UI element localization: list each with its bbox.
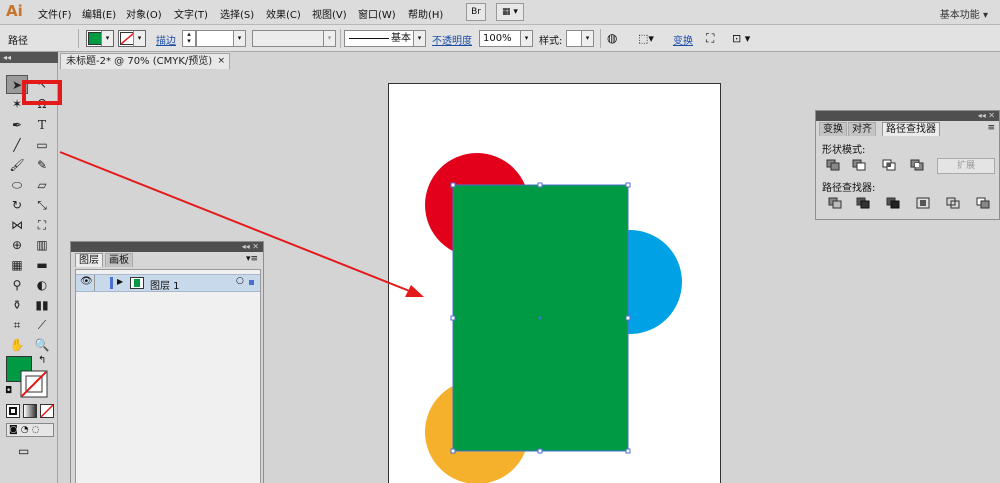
layer-color-tab — [110, 277, 113, 289]
panel-collapse-close-icon[interactable]: ◂◂ ✕ — [71, 242, 263, 252]
merge-icon[interactable] — [886, 197, 900, 209]
expand-button[interactable]: 扩展 — [937, 158, 995, 174]
panel-menu-icon[interactable]: ▾≡ — [246, 254, 258, 264]
selected-art-indicator — [249, 280, 254, 285]
intersect-icon[interactable] — [882, 159, 896, 171]
minus-front-icon[interactable] — [852, 159, 866, 171]
unite-icon[interactable] — [826, 159, 840, 171]
tab-layers[interactable]: 图层 — [75, 253, 103, 267]
minus-back-icon[interactable] — [976, 197, 990, 209]
tab-transform[interactable]: 变换 — [819, 122, 847, 136]
panel-menu-icon[interactable]: ≡ — [987, 123, 995, 133]
tab-align[interactable]: 对齐 — [848, 122, 876, 136]
crop-icon[interactable] — [916, 197, 930, 209]
shape-modes-label: 形状模式: — [822, 145, 866, 156]
pathfinder-panel: ◂◂ ✕ 变换 对齐 路径查找器 ≡ 形状模式: 扩展 路径查找器: — [815, 110, 1000, 220]
layers-list: 👁 ▶ 图层 1 ○ — [75, 269, 261, 483]
expand-triangle-icon[interactable]: ▶ — [117, 277, 123, 286]
layer-name[interactable]: 图层 1 — [150, 277, 180, 292]
pathfinders-label: 路径查找器: — [822, 183, 876, 194]
divide-icon[interactable] — [828, 197, 842, 209]
exclude-icon[interactable] — [910, 159, 924, 171]
target-circle-icon[interactable]: ○ — [236, 276, 244, 286]
layer-row[interactable]: 👁 ▶ 图层 1 ○ — [76, 274, 260, 292]
visibility-eye-icon[interactable]: 👁 — [80, 276, 93, 287]
trim-icon[interactable] — [856, 197, 870, 209]
tab-pathfinder[interactable]: 路径查找器 — [882, 122, 940, 136]
center-point — [538, 316, 542, 320]
tab-artboards[interactable]: 画板 — [105, 253, 133, 267]
layers-panel: ◂◂ ✕ 图层 画板 ▾≡ 👁 ▶ 图层 1 ○ — [70, 241, 264, 483]
layer-thumbnail — [130, 277, 144, 289]
divider — [94, 275, 95, 291]
panel-collapse-close-icon[interactable]: ◂◂ ✕ — [816, 111, 999, 121]
outline-icon[interactable] — [946, 197, 960, 209]
